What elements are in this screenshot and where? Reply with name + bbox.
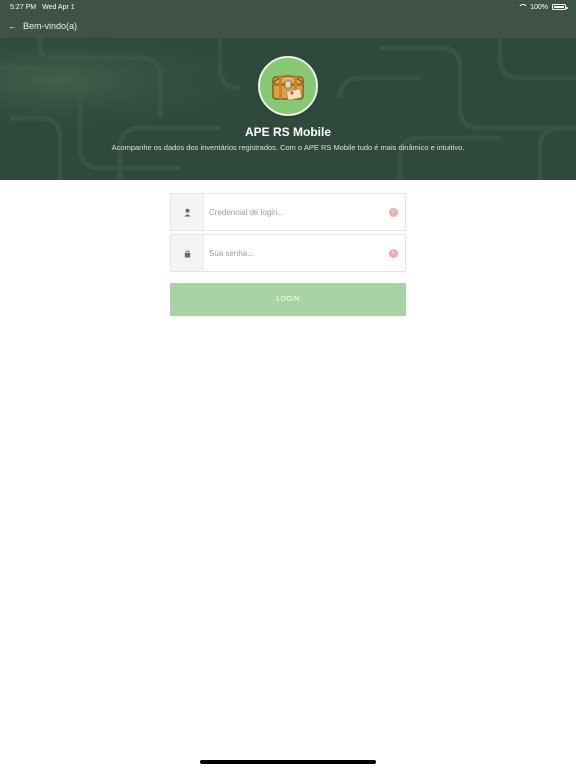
battery-icon <box>552 4 568 10</box>
status-date: Wed Apr 1 <box>42 3 75 11</box>
status-right: 100% <box>518 3 568 11</box>
app-title: APE RS Mobile <box>244 125 331 139</box>
app-root: 5:27 PM Wed Apr 1 100% ← Bem-vindo(a) AP… <box>0 0 576 768</box>
user-glyph <box>183 208 191 217</box>
nav-title[interactable]: Bem-vindo(a) <box>23 21 77 31</box>
back-arrow-icon[interactable]: ← <box>8 21 17 31</box>
home-indicator[interactable] <box>200 760 376 764</box>
battery-percentage: 100% <box>530 3 548 11</box>
hero-header: APE RS Mobile Acompanhe os dados dos inv… <box>0 38 576 180</box>
clear-login-icon[interactable]: × <box>389 207 398 217</box>
lock-icon <box>171 235 204 271</box>
status-time: 5:27 PM <box>10 3 37 11</box>
clear-password-icon[interactable]: × <box>389 248 398 258</box>
password-field: × <box>170 234 406 272</box>
login-button[interactable]: LOGIN <box>170 283 406 316</box>
navigation-bar: ← Bem-vindo(a) <box>0 14 576 38</box>
header-content: APE RS Mobile Acompanhe os dados dos inv… <box>0 38 576 180</box>
login-field: × <box>170 193 406 231</box>
wifi-icon <box>518 4 529 10</box>
user-icon <box>171 194 204 230</box>
lock-glyph <box>184 249 190 258</box>
password-input[interactable] <box>204 235 389 271</box>
status-bar: 5:27 PM Wed Apr 1 100% <box>0 0 576 14</box>
treasure-chest-icon <box>272 75 304 101</box>
app-description: Acompanhe os dados dos inventários regis… <box>111 143 465 152</box>
login-input[interactable] <box>204 194 389 230</box>
status-left: 5:27 PM Wed Apr 1 <box>10 4 75 11</box>
app-logo <box>258 56 318 116</box>
login-form: × × LOGIN <box>170 193 406 316</box>
